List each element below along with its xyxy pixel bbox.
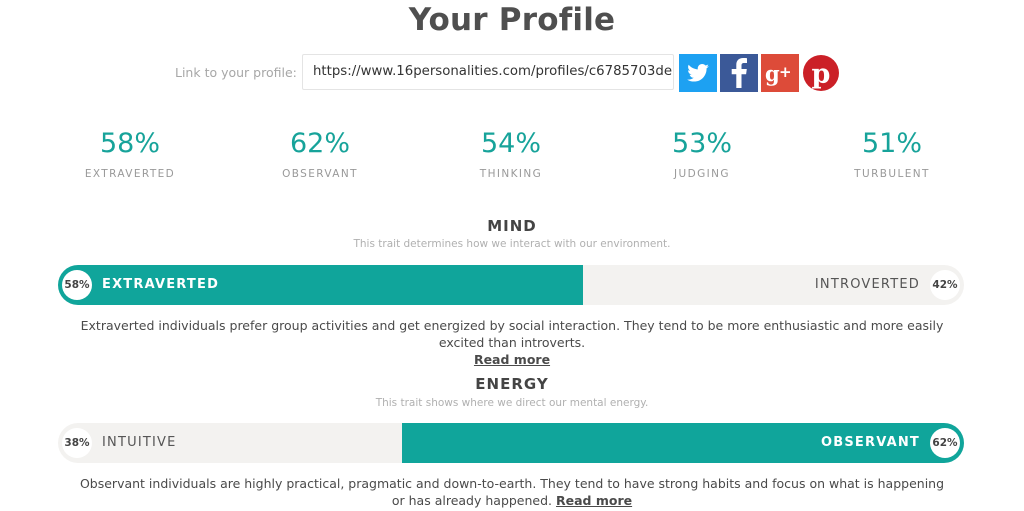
left-trait-label: EXTRAVERTED [102,277,220,292]
right-trait-label: OBSERVANT [820,435,920,450]
description-text: Extraverted individuals prefer group act… [80,318,944,350]
svg-text:+: + [779,63,792,81]
twitter-icon [687,64,709,82]
stat-label: EXTRAVERTED [84,168,176,180]
stat-label: THINKING [479,168,543,180]
google-plus-icon: g + [765,61,792,86]
google-plus-share-button[interactable]: g + [761,54,799,92]
stat-judging: 53% JUDGING [602,128,802,180]
right-percent-badge: 42% [930,270,960,300]
right-trait-label: INTROVERTED [814,277,920,292]
trait-title-mind: MIND [487,217,537,235]
stat-label: TURBULENT [854,168,930,180]
profile-link-row: Link to your profile: https://www.16pers… [0,53,1024,93]
trait-description-energy: Observant individuals are highly practic… [78,475,946,509]
trait-title-energy: ENERGY [475,375,549,393]
trait-bar-mind: 58% EXTRAVERTED INTROVERTED 42% [58,265,964,305]
read-more-link[interactable]: Read more [474,352,550,367]
trait-description-mind: Extraverted individuals prefer group act… [60,317,964,368]
facebook-share-button[interactable] [720,54,758,92]
trait-bar-energy: 38% INTUITIVE OBSERVANT 62% [58,423,964,463]
twitter-share-button[interactable] [679,54,717,92]
svg-text:p: p [812,59,831,90]
left-percent-badge: 38% [62,428,92,458]
pinterest-icon: p [803,55,839,91]
left-trait-label: INTUITIVE [102,435,177,450]
stat-thinking: 54% THINKING [411,128,611,180]
stat-percent: 53% [671,128,732,159]
stat-observant: 62% OBSERVANT [220,128,420,180]
stat-label: JUDGING [674,168,730,180]
stat-percent: 58% [99,128,160,159]
stat-label: OBSERVANT [282,168,358,180]
page-title: Your Profile [408,2,616,38]
svg-text:g: g [765,61,780,86]
stat-percent: 62% [289,128,350,159]
left-percent-badge: 58% [62,270,92,300]
trait-subtitle-energy: This trait shows where we direct our men… [375,397,649,409]
read-more-link[interactable]: Read more [556,493,632,508]
facebook-icon [731,58,747,88]
stat-turbulent: 51% TURBULENT [792,128,992,180]
description-text: Observant individuals are highly practic… [79,476,945,508]
profile-link-label: Link to your profile: [175,65,297,80]
stat-extraverted: 58% EXTRAVERTED [30,128,230,180]
trait-subtitle-mind: This trait determines how we interact wi… [353,238,671,250]
profile-link-field[interactable]: https://www.16personalities.com/profiles… [302,54,674,90]
pinterest-share-button[interactable]: p [802,54,840,92]
stat-percent: 51% [861,128,922,159]
right-percent-badge: 62% [930,428,960,458]
stat-percent: 54% [480,128,541,159]
